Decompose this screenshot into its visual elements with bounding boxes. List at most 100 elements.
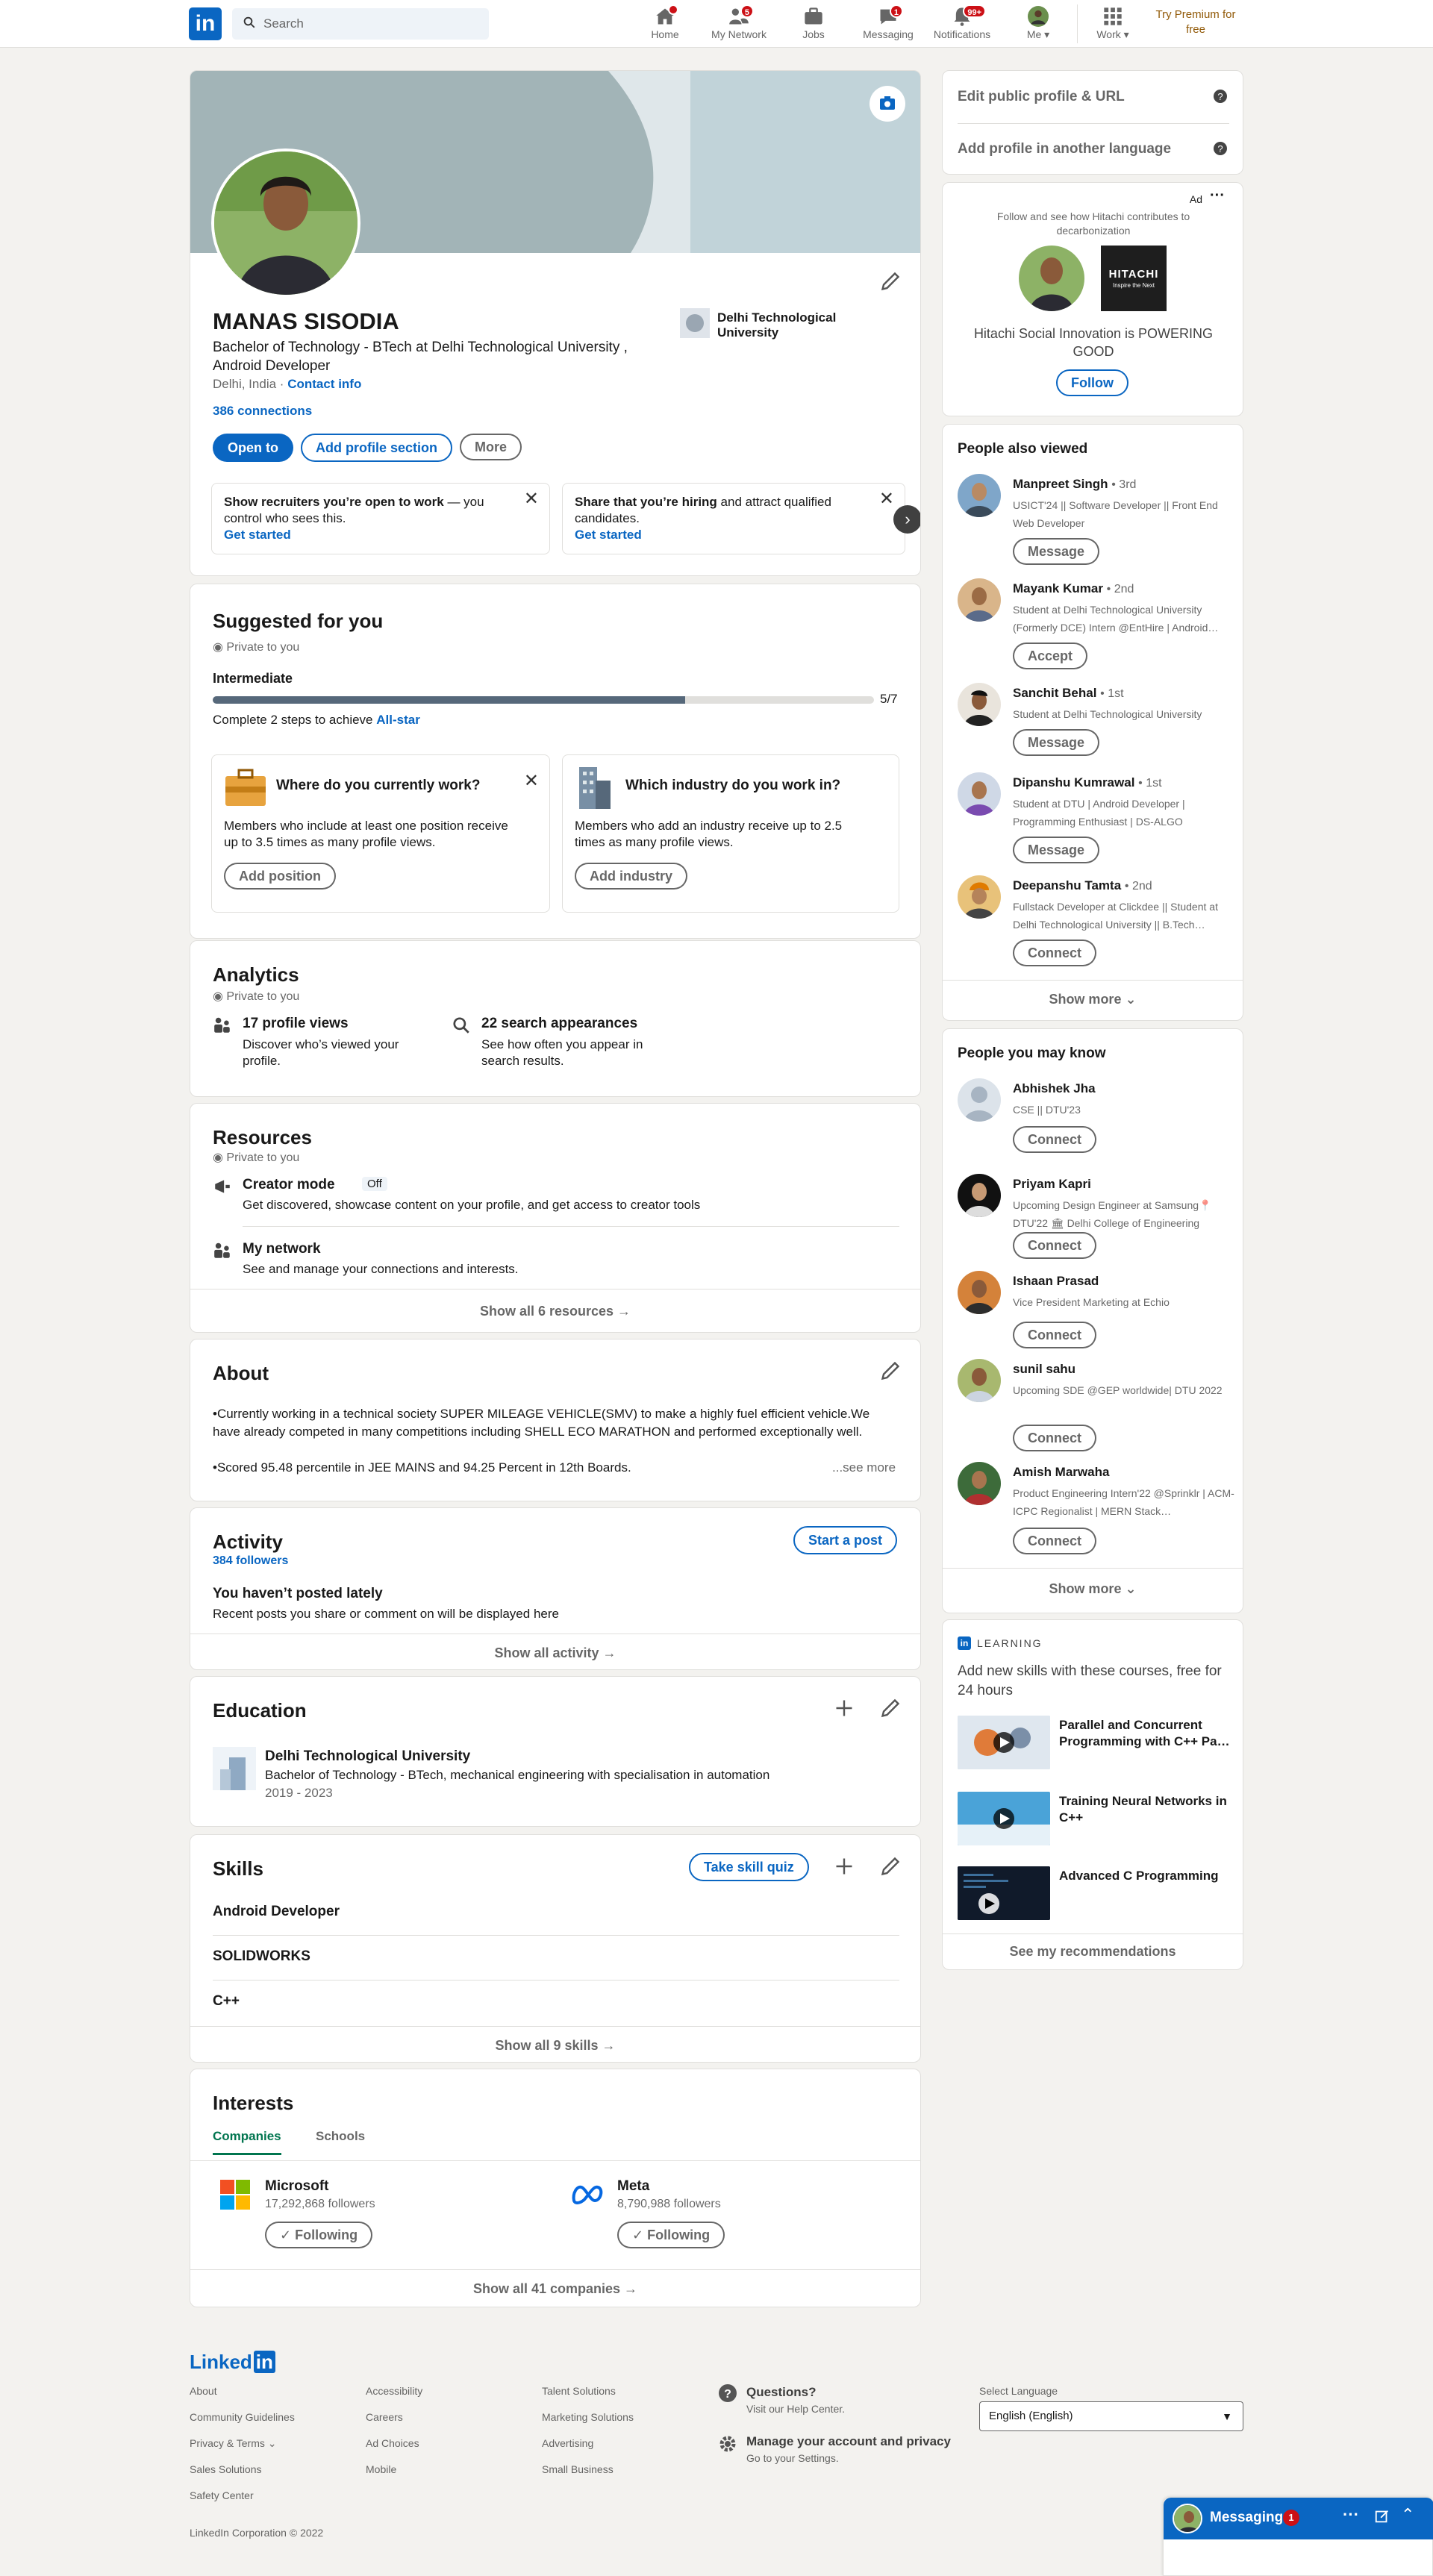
person-name[interactable]: Ishaan Prasad: [1013, 1274, 1099, 1289]
person-name[interactable]: Mayank Kumar • 2nd: [1013, 581, 1134, 596]
connect-button[interactable]: Connect: [1013, 1528, 1096, 1554]
followers-link[interactable]: 384 followers: [213, 1554, 288, 1568]
nav-work[interactable]: Work ▾: [1072, 3, 1154, 45]
message-button[interactable]: Message: [1013, 538, 1100, 565]
avatar[interactable]: [958, 1462, 1001, 1505]
ad-follow-button[interactable]: Follow: [1056, 369, 1128, 396]
message-button[interactable]: Message: [1013, 729, 1100, 756]
footer-link[interactable]: Advertising: [542, 2437, 593, 2449]
add-industry-button[interactable]: Add industry: [575, 863, 687, 890]
edit-intro-button[interactable]: [877, 268, 904, 295]
footer-link[interactable]: Talent Solutions: [542, 2385, 616, 2397]
footer-link[interactable]: Sales Solutions: [190, 2463, 262, 2475]
avatar[interactable]: [958, 683, 1001, 726]
connect-button[interactable]: Connect: [1013, 1232, 1096, 1259]
avatar[interactable]: [958, 1271, 1001, 1314]
company2-name[interactable]: Meta: [617, 2178, 649, 2195]
footer-link[interactable]: Accessibility: [366, 2385, 422, 2397]
footer-link[interactable]: Community Guidelines: [190, 2411, 295, 2423]
footer-link[interactable]: Ad Choices: [366, 2437, 419, 2449]
connect-button[interactable]: Connect: [1013, 1425, 1096, 1451]
see-recommendations-link[interactable]: See my recommendations: [943, 1944, 1243, 1960]
nav-messaging[interactable]: 1 Messaging: [847, 3, 929, 45]
show-all-companies-link[interactable]: Show all 41 companies →: [190, 2281, 920, 2297]
nav-jobs[interactable]: Jobs: [772, 3, 855, 45]
nav-notifications[interactable]: 99+ Notifications: [921, 3, 1003, 45]
edit-public-profile-link[interactable]: Edit public profile & URL: [958, 89, 1125, 105]
open-to-button[interactable]: Open to: [213, 434, 293, 462]
footer-link[interactable]: Careers: [366, 2411, 403, 2423]
footer-link[interactable]: Safety Center: [190, 2489, 254, 2501]
show-all-activity-link[interactable]: Show all activity →: [190, 1645, 920, 1661]
promo1-get-started-link[interactable]: Get started: [224, 528, 291, 542]
chevron-up-icon[interactable]: ⌃: [1401, 2505, 1414, 2525]
close-icon[interactable]: ✕: [524, 490, 539, 508]
course-thumbnail[interactable]: [958, 1792, 1050, 1845]
more-options-icon[interactable]: ···: [1210, 187, 1225, 204]
add-position-button[interactable]: Add position: [224, 863, 336, 890]
contact-info-link[interactable]: Contact info: [287, 377, 361, 391]
footer-link-privacy[interactable]: Privacy & Terms ⌄: [190, 2437, 277, 2450]
edit-education-button[interactable]: [877, 1695, 904, 1725]
avatar[interactable]: [958, 474, 1001, 517]
more-options-icon[interactable]: ···: [1343, 2505, 1359, 2525]
show-all-skills-link[interactable]: Show all 9 skills →: [190, 2038, 920, 2054]
show-more-link[interactable]: Show more ⌄: [943, 1581, 1243, 1597]
skill-item[interactable]: SOLIDWORKS: [213, 1948, 310, 1965]
questions-title[interactable]: Questions?: [746, 2385, 817, 2400]
nav-my-network[interactable]: 5 My Network: [698, 3, 780, 45]
accept-button[interactable]: Accept: [1013, 643, 1088, 669]
skill-item[interactable]: C++: [213, 1993, 240, 2010]
add-language-profile-link[interactable]: Add profile in another language: [958, 141, 1171, 157]
course-thumbnail[interactable]: [958, 1716, 1050, 1769]
person-name[interactable]: Priyam Kapri: [1013, 1177, 1091, 1192]
see-more-link[interactable]: ...see more: [832, 1460, 896, 1475]
footer-link[interactable]: Small Business: [542, 2463, 614, 2475]
company1-name[interactable]: Microsoft: [265, 2178, 329, 2195]
course-title[interactable]: Training Neural Networks in C++: [1059, 1793, 1232, 1826]
connect-button[interactable]: Connect: [1013, 1126, 1096, 1153]
tab-companies[interactable]: Companies: [213, 2129, 281, 2155]
close-icon[interactable]: ✕: [879, 490, 894, 508]
person-name[interactable]: Amish Marwaha: [1013, 1465, 1109, 1480]
avatar[interactable]: [958, 1078, 1001, 1122]
more-button[interactable]: More: [460, 434, 522, 460]
take-skill-quiz-button[interactable]: Take skill quiz: [689, 1853, 809, 1881]
avatar[interactable]: [958, 1174, 1001, 1217]
add-profile-section-button[interactable]: Add profile section: [301, 434, 453, 462]
person-name[interactable]: Dipanshu Kumrawal • 1st: [1013, 775, 1162, 790]
profile-school[interactable]: Delhi Technological University: [680, 308, 896, 342]
profile-photo[interactable]: [211, 149, 360, 298]
manage-account-title[interactable]: Manage your account and privacy: [746, 2434, 951, 2449]
edit-banner-button[interactable]: [870, 86, 905, 122]
footer-link[interactable]: About: [190, 2385, 217, 2397]
nav-home[interactable]: Home: [624, 3, 706, 45]
messaging-dock[interactable]: Messaging 1 ··· ⌃: [1163, 2497, 1433, 2576]
close-icon[interactable]: ✕: [524, 770, 539, 792]
avatar[interactable]: [958, 772, 1001, 816]
try-premium-link[interactable]: Try Premium for free: [1149, 7, 1242, 37]
person-name[interactable]: Deepanshu Tamta • 2nd: [1013, 878, 1152, 893]
carousel-next-button[interactable]: ›: [893, 505, 920, 534]
person-name[interactable]: Manpreet Singh • 3rd: [1013, 477, 1136, 492]
edu-school[interactable]: Delhi Technological University: [265, 1748, 470, 1765]
start-post-button[interactable]: Start a post: [793, 1526, 898, 1554]
connect-button[interactable]: Connect: [1013, 940, 1096, 966]
course-title[interactable]: Parallel and Concurrent Programming with…: [1059, 1717, 1232, 1750]
search-input[interactable]: Search: [232, 8, 489, 40]
course-title[interactable]: Advanced C Programming: [1059, 1868, 1232, 1884]
person-name[interactable]: Sanchit Behal • 1st: [1013, 686, 1124, 701]
following-button[interactable]: ✓ Following: [617, 2222, 725, 2248]
person-name[interactable]: sunil sahu: [1013, 1362, 1075, 1377]
show-all-resources-link[interactable]: Show all 6 resources →: [190, 1304, 920, 1319]
promo2-get-started-link[interactable]: Get started: [575, 528, 642, 542]
avatar[interactable]: [958, 578, 1001, 622]
help-center-link[interactable]: Visit our Help Center.: [746, 2403, 845, 2415]
linkedin-logo[interactable]: in: [189, 7, 222, 40]
settings-link[interactable]: Go to your Settings.: [746, 2452, 839, 2464]
hitachi-logo[interactable]: HITACHI Inspire the Next: [1101, 246, 1167, 311]
edit-about-button[interactable]: [877, 1357, 904, 1388]
connections-link[interactable]: 386 connections: [213, 404, 312, 419]
language-select[interactable]: English (English) ▼: [979, 2401, 1243, 2431]
allstar-link[interactable]: All-star: [376, 713, 420, 727]
